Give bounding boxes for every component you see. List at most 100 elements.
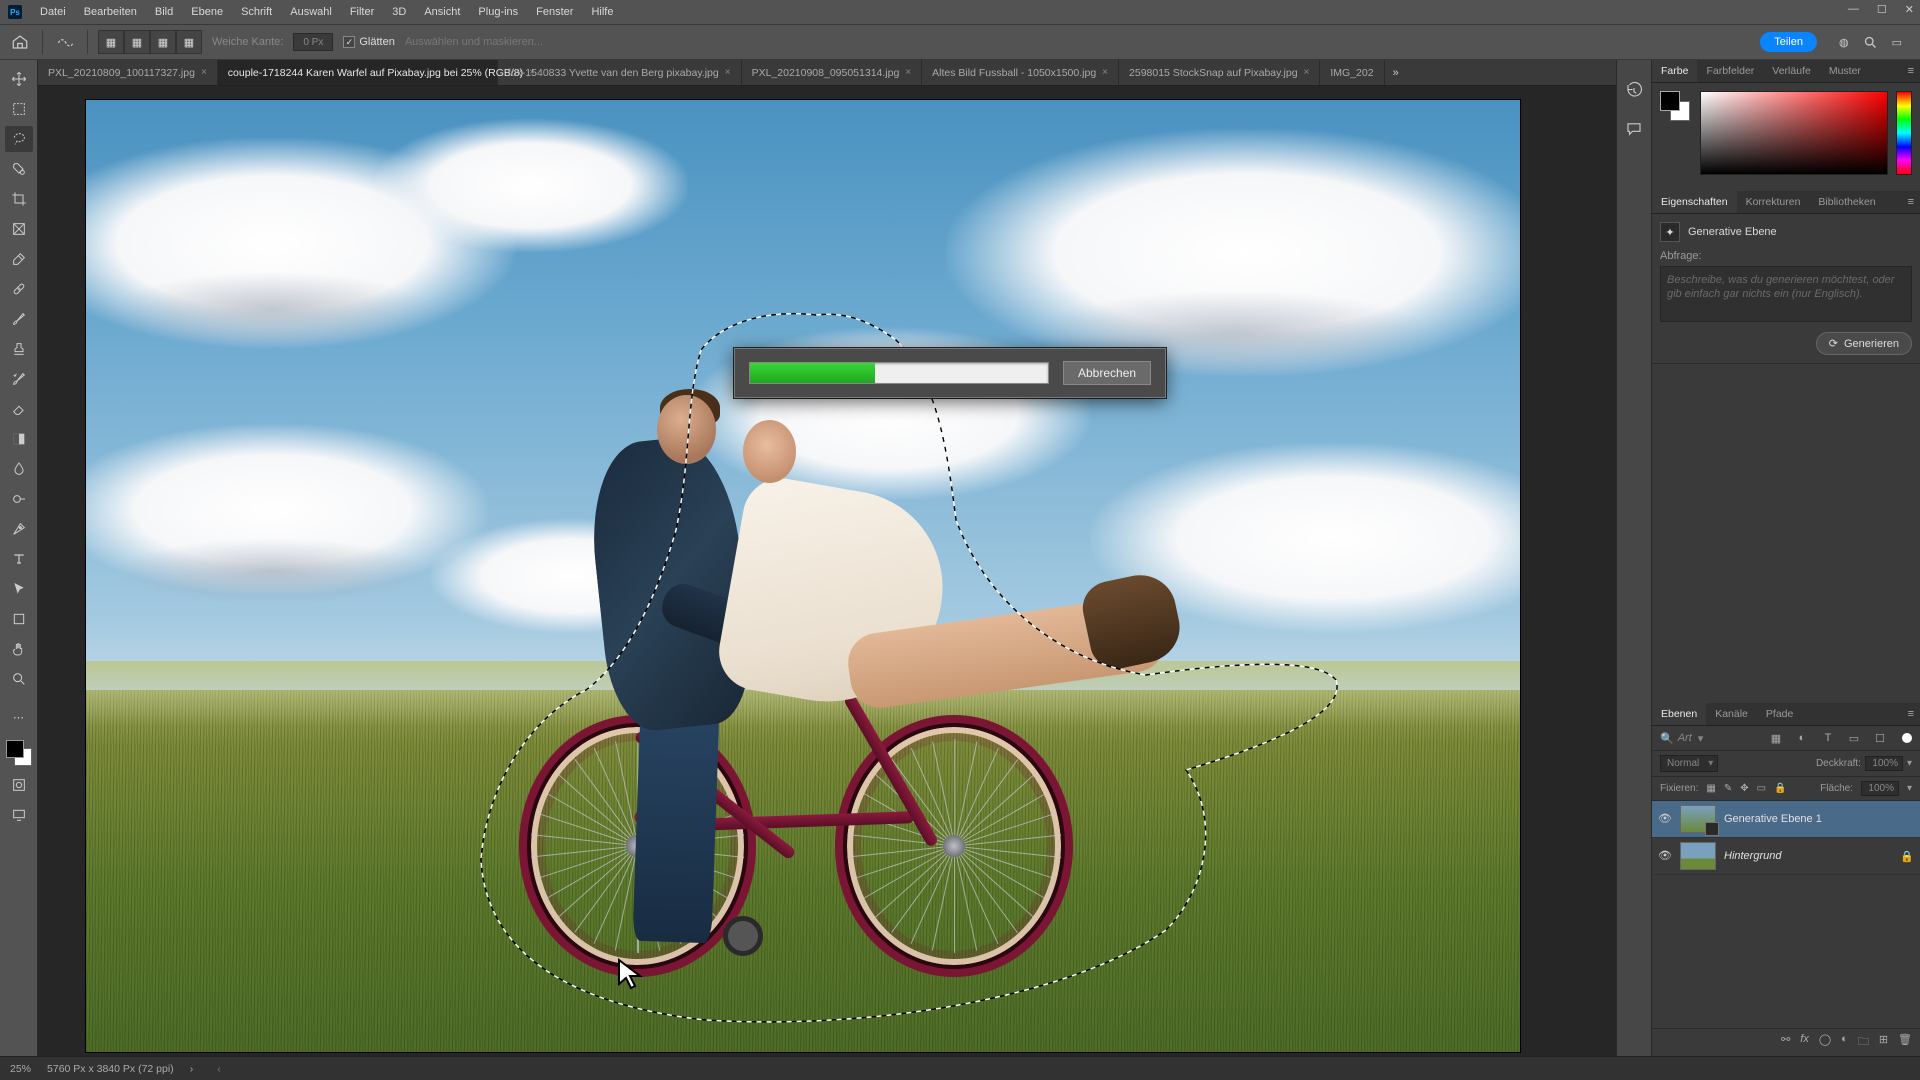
- lock-nest-icon[interactable]: ▭: [1757, 783, 1766, 794]
- path-select-tool[interactable]: [5, 576, 33, 602]
- healing-tool[interactable]: [5, 276, 33, 302]
- layer-row[interactable]: 👁 Generative Ebene 1: [1652, 801, 1920, 838]
- dodge-tool[interactable]: [5, 486, 33, 512]
- eraser-tool[interactable]: [5, 396, 33, 422]
- crop-tool[interactable]: [5, 186, 33, 212]
- shape-tool[interactable]: [5, 606, 33, 632]
- tab-verlaeufe[interactable]: Verläufe: [1763, 60, 1820, 82]
- new-group-icon[interactable]: 🗀: [1858, 1033, 1869, 1052]
- new-adjust-icon[interactable]: ◐: [1841, 1033, 1848, 1052]
- tab-close-icon[interactable]: ×: [1102, 67, 1108, 78]
- menu-schrift[interactable]: Schrift: [233, 3, 280, 21]
- filter-type-icon[interactable]: T: [1820, 730, 1836, 746]
- sel-sub-button[interactable]: ▦: [150, 30, 176, 54]
- tab-pfade[interactable]: Pfade: [1757, 703, 1802, 725]
- tab-bibliotheken[interactable]: Bibliotheken: [1809, 191, 1884, 213]
- brush-tool[interactable]: [5, 306, 33, 332]
- menu-filter[interactable]: Filter: [342, 3, 382, 21]
- panel-menu-icon[interactable]: ≡: [1902, 60, 1920, 82]
- tab-close-icon[interactable]: ×: [725, 67, 731, 78]
- filter-pixel-icon[interactable]: ▦: [1768, 730, 1784, 746]
- tab-overflow-icon[interactable]: »: [1385, 60, 1407, 85]
- sel-int-button[interactable]: ▦: [176, 30, 202, 54]
- tab-korrekturen[interactable]: Korrekturen: [1737, 191, 1810, 213]
- layer-fx-icon[interactable]: fx: [1800, 1033, 1809, 1052]
- add-mask-icon[interactable]: ◯: [1819, 1033, 1831, 1052]
- select-and-mask-button[interactable]: Auswählen und maskieren...: [405, 36, 543, 48]
- tab-eigenschaften[interactable]: Eigenschaften: [1652, 191, 1737, 213]
- filter-toggle[interactable]: [1902, 733, 1912, 743]
- opacity-input[interactable]: 100%: [1865, 756, 1903, 771]
- doc-tab[interactable]: PXL_20210908_095051314.jpg×: [742, 60, 923, 85]
- hand-tool[interactable]: [5, 636, 33, 662]
- visibility-icon[interactable]: 👁: [1658, 849, 1672, 863]
- canvas-viewport[interactable]: Abbrechen: [38, 86, 1616, 1056]
- tab-close-icon[interactable]: ×: [1304, 67, 1310, 78]
- pen-tool[interactable]: [5, 516, 33, 542]
- tab-ebenen[interactable]: Ebenen: [1652, 703, 1706, 725]
- home-icon[interactable]: [8, 30, 32, 54]
- panel-menu-icon[interactable]: ≡: [1902, 703, 1920, 725]
- cancel-button[interactable]: Abbrechen: [1063, 361, 1151, 385]
- foreground-background-colors[interactable]: [4, 738, 34, 768]
- doc-tab[interactable]: couple-1718244 Karen Warfel auf Pixabay.…: [218, 60, 498, 85]
- screenmode-icon[interactable]: [5, 802, 33, 828]
- menu-datei[interactable]: Datei: [32, 3, 74, 21]
- visibility-icon[interactable]: 👁: [1658, 812, 1672, 826]
- tab-close-icon[interactable]: ×: [905, 67, 911, 78]
- zoom-tool[interactable]: [5, 666, 33, 692]
- menu-fenster[interactable]: Fenster: [528, 3, 581, 21]
- layers-filter-search[interactable]: 🔍Art▾: [1660, 732, 1758, 745]
- layer-name[interactable]: Generative Ebene 1: [1724, 813, 1822, 825]
- canvas[interactable]: Abbrechen: [86, 100, 1520, 1052]
- layer-row[interactable]: 👁 Hintergrund 🔒: [1652, 838, 1920, 875]
- color-fgbg-swatch[interactable]: [1660, 91, 1692, 123]
- doc-info[interactable]: 5760 Px x 3840 Px (72 ppi): [47, 1063, 174, 1075]
- tab-farbe[interactable]: Farbe: [1652, 60, 1697, 82]
- active-tool-icon[interactable]: [53, 30, 77, 54]
- eyedropper-tool[interactable]: [5, 246, 33, 272]
- menu-bearbeiten[interactable]: Bearbeiten: [76, 3, 145, 21]
- quick-select-tool[interactable]: [5, 156, 33, 182]
- menu-3d[interactable]: 3D: [384, 3, 414, 21]
- doc-info-chevron-icon[interactable]: ›: [190, 1063, 194, 1075]
- lasso-tool[interactable]: [5, 126, 33, 152]
- menu-plugins[interactable]: Plug-ins: [470, 3, 526, 21]
- sel-new-button[interactable]: ▦: [98, 30, 124, 54]
- doc-tab[interactable]: IMG_202: [1320, 60, 1384, 85]
- quickmask-icon[interactable]: [5, 772, 33, 798]
- doc-tab[interactable]: PXL_20210809_100117327.jpg×: [38, 60, 218, 85]
- maximize-icon[interactable]: ☐: [1877, 3, 1887, 16]
- delete-layer-icon[interactable]: 🗑: [1898, 1033, 1912, 1052]
- menu-hilfe[interactable]: Hilfe: [583, 3, 621, 21]
- stamp-tool[interactable]: [5, 336, 33, 362]
- user-icon[interactable]: ◍: [1839, 36, 1849, 49]
- panel-menu-icon[interactable]: ≡: [1902, 191, 1920, 213]
- tab-muster[interactable]: Muster: [1820, 60, 1870, 82]
- doc-tab[interactable]: Altes Bild Fussball - 1050x1500.jpg×: [922, 60, 1119, 85]
- edit-toolbar-icon[interactable]: ⋯: [5, 704, 33, 730]
- tab-farbfelder[interactable]: Farbfelder: [1697, 60, 1763, 82]
- minimize-icon[interactable]: —: [1848, 3, 1859, 16]
- comments-panel-icon[interactable]: [1623, 118, 1645, 140]
- move-tool[interactable]: [5, 66, 33, 92]
- lock-icon[interactable]: 🔒: [1900, 850, 1914, 863]
- frame-tool[interactable]: [5, 216, 33, 242]
- filter-shape-icon[interactable]: ▭: [1846, 730, 1862, 746]
- blend-mode-dropdown[interactable]: Normal: [1660, 755, 1718, 772]
- history-panel-icon[interactable]: [1623, 80, 1645, 102]
- menu-ansicht[interactable]: Ansicht: [416, 3, 468, 21]
- filter-adjust-icon[interactable]: ◐: [1794, 730, 1810, 746]
- prompt-input[interactable]: Beschreibe, was du generieren möchtest, …: [1660, 266, 1912, 322]
- lock-trans-icon[interactable]: ▦: [1706, 783, 1715, 794]
- tab-kanaele[interactable]: Kanäle: [1706, 703, 1757, 725]
- close-icon[interactable]: ✕: [1905, 3, 1914, 16]
- search-icon[interactable]: [1863, 35, 1878, 50]
- feather-input[interactable]: [293, 33, 333, 51]
- doc-tab[interactable]: fox-1540833 Yvette van den Berg pixabay.…: [498, 60, 742, 85]
- color-field[interactable]: [1700, 91, 1888, 175]
- layer-thumbnail[interactable]: [1680, 842, 1716, 870]
- share-button[interactable]: Teilen: [1760, 32, 1817, 52]
- sel-add-button[interactable]: ▦: [124, 30, 150, 54]
- lock-paint-icon[interactable]: ✎: [1724, 783, 1732, 794]
